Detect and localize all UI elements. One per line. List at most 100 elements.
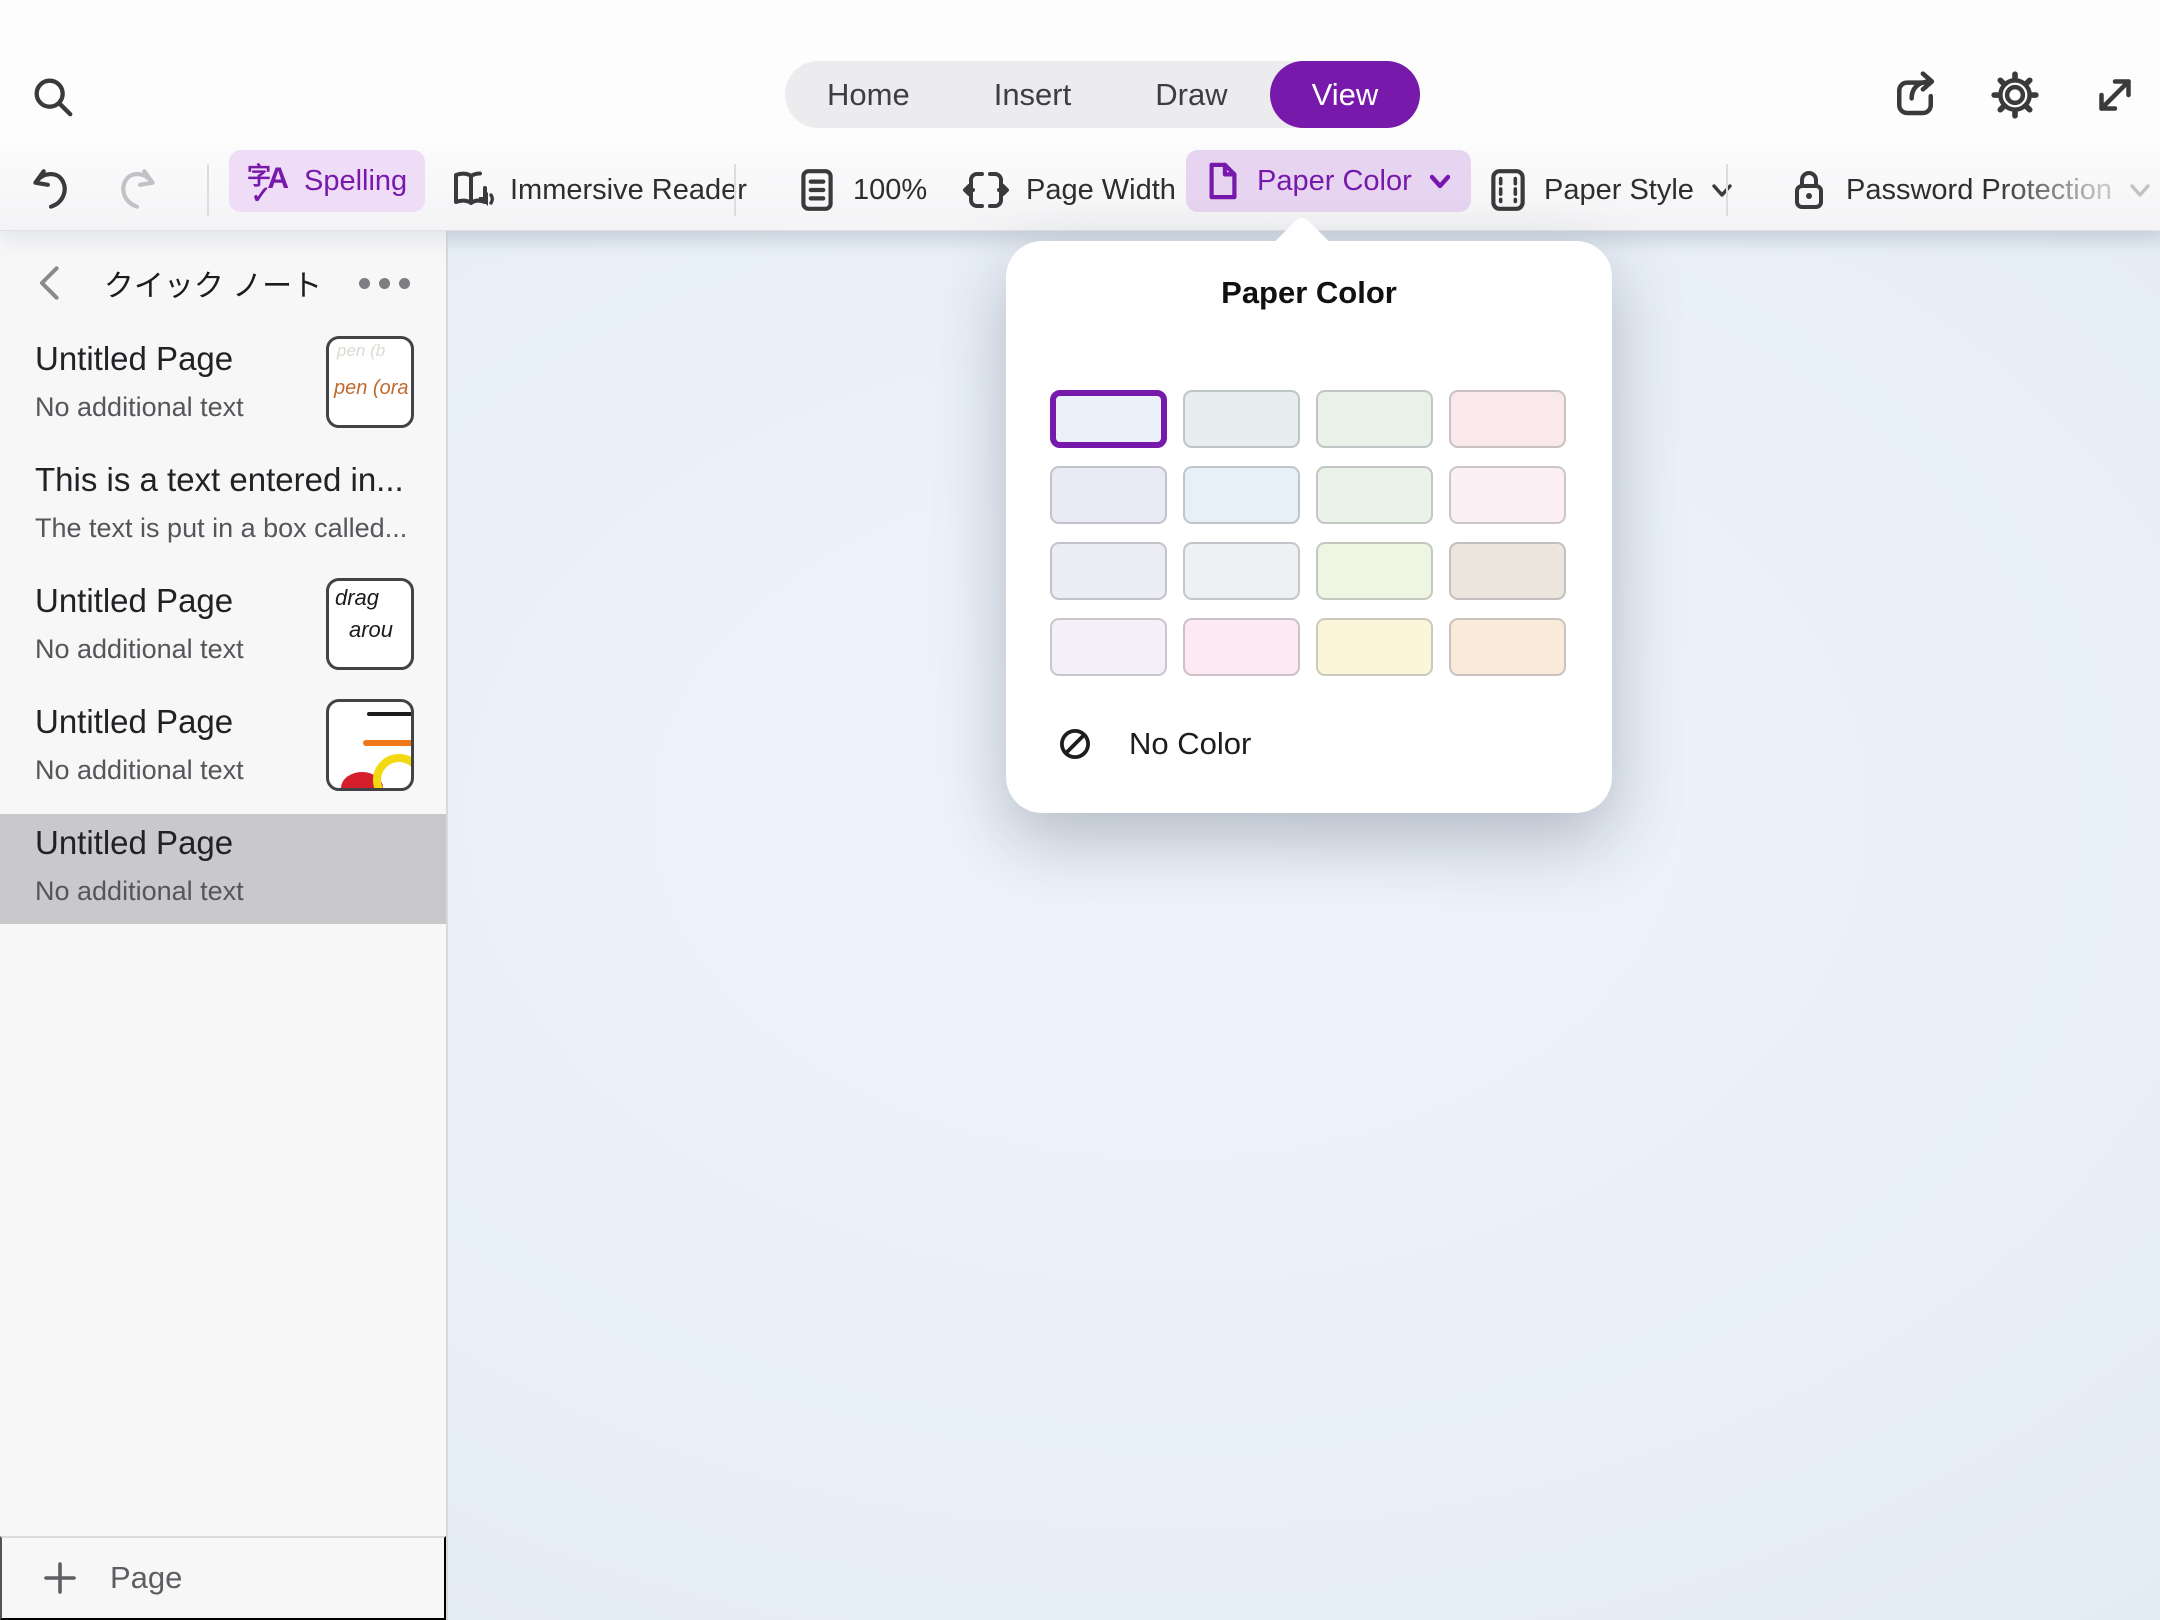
paper-color-swatch[interactable] — [1050, 542, 1167, 600]
ink-stroke — [367, 712, 413, 716]
paper-color-swatch[interactable] — [1449, 542, 1566, 600]
paper-color-button[interactable]: Paper Color — [1186, 150, 1471, 212]
page-list-item[interactable]: Untitled PageNo additional textdragarou — [0, 572, 446, 682]
page-title: Untitled Page — [35, 703, 305, 741]
password-protection-label: Password Protection — [1846, 174, 2112, 207]
toolbar-divider — [207, 164, 209, 216]
view-toolbar: 字A✓ Spelling Immersive Reader — [0, 150, 2160, 231]
ink-text: pen (ora — [334, 377, 409, 400]
chevron-down-icon — [1709, 177, 1735, 203]
window-actions — [1888, 68, 2142, 122]
onenote-app: HomeInsertDrawView — [0, 0, 2160, 1620]
page-width-icon — [961, 167, 1011, 213]
page-subtitle: No additional text — [35, 634, 305, 665]
immersive-reader-button[interactable]: Immersive Reader — [441, 150, 753, 230]
tab-draw[interactable]: Draw — [1113, 61, 1269, 128]
page-thumbnail: drag arou — [326, 578, 414, 670]
zoom-level-label: 100% — [853, 174, 927, 207]
toolbar-divider — [734, 164, 736, 216]
notebook-section-title: クイック ノート — [60, 261, 366, 305]
title-bar: HomeInsertDrawView — [0, 0, 2160, 150]
add-page-label: Page — [110, 1560, 182, 1596]
spelling-label: Spelling — [304, 165, 407, 198]
search-button[interactable] — [28, 72, 80, 124]
more-icon — [399, 278, 410, 289]
more-icon — [359, 278, 370, 289]
ribbon-tabs: HomeInsertDrawView — [785, 61, 1420, 128]
share-icon — [1888, 68, 1942, 122]
spelling-button[interactable]: 字A✓ Spelling — [229, 150, 425, 212]
page-width-label: Page Width — [1026, 174, 1176, 207]
paper-color-swatch[interactable] — [1449, 466, 1566, 524]
tab-insert[interactable]: Insert — [952, 61, 1114, 128]
page-sidebar: クイック ノート Untitled Page No additional text… — [0, 230, 448, 1620]
paper-color-swatch[interactable] — [1183, 390, 1300, 448]
chevron-down-icon — [1427, 168, 1453, 194]
ink-text: pen (b — [337, 341, 385, 361]
paper-color-swatch-grid — [1050, 390, 1566, 676]
paper-color-swatch[interactable] — [1449, 618, 1566, 676]
paper-color-swatch[interactable] — [1316, 618, 1433, 676]
tab-view[interactable]: View — [1270, 61, 1421, 128]
paper-color-swatch[interactable] — [1316, 390, 1433, 448]
gear-icon — [1988, 68, 2042, 122]
zoom-level-button[interactable]: 100% — [790, 150, 933, 230]
page-list: Untitled PageNo additional textpen (bpen… — [0, 330, 446, 935]
zoom-doc-icon — [796, 167, 838, 213]
ink-text: drag — [335, 585, 379, 611]
paper-color-swatch[interactable] — [1449, 390, 1566, 448]
ink-text: arou — [349, 617, 393, 643]
sidebar-header: クイック ノート — [0, 248, 446, 318]
search-icon — [28, 72, 80, 124]
fullscreen-button[interactable] — [2088, 68, 2142, 122]
tab-home[interactable]: Home — [785, 61, 952, 128]
paper-color-popup: Paper Color No Color — [1006, 241, 1612, 813]
lock-icon — [1787, 166, 1831, 214]
page-title: Untitled Page — [35, 340, 305, 378]
settings-button[interactable] — [1988, 68, 2042, 122]
page-list-item[interactable]: Untitled Page No additional text — [0, 693, 446, 803]
page-thumbnail — [326, 699, 414, 791]
chevron-down-icon — [2127, 177, 2153, 203]
paper-color-label: Paper Color — [1257, 165, 1412, 198]
paper-style-icon — [1487, 167, 1529, 213]
undo-icon — [26, 165, 76, 215]
paper-color-swatch[interactable] — [1050, 618, 1167, 676]
page-list-item[interactable]: Untitled PageNo additional textpen (bpen… — [0, 330, 446, 440]
page-list-item[interactable]: Untitled PageNo additional text — [0, 814, 446, 924]
expand-icon — [2088, 68, 2142, 122]
paper-style-button[interactable]: Paper Style — [1481, 150, 1741, 230]
redo-button[interactable] — [112, 150, 162, 230]
page-title: Untitled Page — [35, 824, 435, 862]
paper-color-icon — [1204, 159, 1242, 203]
paper-color-swatch[interactable] — [1316, 466, 1433, 524]
page-width-button[interactable]: Page Width — [955, 150, 1182, 230]
paper-color-swatch[interactable] — [1183, 618, 1300, 676]
immersive-reader-icon — [447, 166, 495, 214]
paper-color-swatch[interactable] — [1050, 466, 1167, 524]
no-color-icon — [1057, 726, 1093, 762]
immersive-reader-label: Immersive Reader — [510, 174, 747, 207]
paper-color-swatch[interactable] — [1316, 542, 1433, 600]
ink-stroke — [363, 740, 413, 746]
redo-icon — [112, 165, 162, 215]
add-page-button[interactable]: Page — [0, 1536, 446, 1620]
paper-color-swatch[interactable] — [1183, 466, 1300, 524]
page-list-item[interactable]: This is a text entered in... The text is … — [0, 451, 446, 561]
password-protection-button[interactable]: Password Protection — [1781, 150, 2159, 230]
share-button[interactable] — [1888, 68, 1942, 122]
page-subtitle: No additional text — [35, 392, 305, 423]
paper-color-swatch[interactable] — [1183, 542, 1300, 600]
page-subtitle: The text is put in a box called... — [35, 513, 435, 544]
page-thumbnail: pen (b pen (ora — [326, 336, 414, 428]
more-icon — [379, 278, 390, 289]
ink-stroke — [373, 754, 414, 791]
page-subtitle: No additional text — [35, 755, 305, 786]
no-color-button[interactable]: No Color — [1051, 725, 1257, 763]
paper-style-label: Paper Style — [1544, 174, 1694, 207]
page-title: This is a text entered in... — [35, 461, 435, 499]
more-options-button[interactable] — [359, 278, 410, 289]
paper-color-swatch-selected[interactable] — [1050, 390, 1167, 448]
spelling-icon: 字A✓ — [247, 160, 289, 202]
undo-button[interactable] — [26, 150, 76, 230]
